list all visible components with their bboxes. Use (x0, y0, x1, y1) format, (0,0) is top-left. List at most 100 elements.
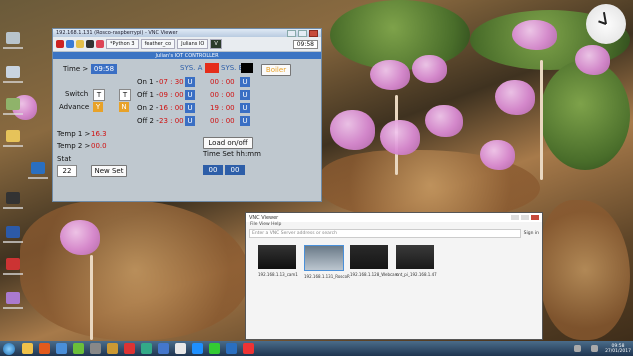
recycle-bin-icon[interactable] (3, 32, 23, 60)
temp1-value: 16.3 (91, 130, 107, 138)
app-icon[interactable] (107, 343, 118, 354)
vnc-viewer-icon[interactable] (28, 162, 48, 190)
windows-taskbar: 09:58 27/01/2017 (0, 341, 633, 356)
row-off1-sys-b-up[interactable]: U (240, 90, 250, 100)
vnc-viewer-taskbar-icon[interactable] (226, 343, 237, 354)
row-off1-sys-a-up[interactable]: U (185, 90, 195, 100)
dropbox-icon[interactable] (192, 343, 203, 354)
advance-a-toggle[interactable]: Y (93, 102, 103, 112)
start-button[interactable] (3, 342, 15, 355)
server-address-input[interactable]: Enter a VNC Server address or search (249, 229, 521, 238)
row-on2-sys-b-up[interactable]: U (240, 103, 250, 113)
row-off2-sys-b-up[interactable]: U (240, 116, 250, 126)
switch-b-toggle[interactable]: T (119, 89, 131, 101)
row-off1-sys-b: 00 : 00 (210, 91, 235, 99)
vnc-controller-window[interactable]: 192.168.1.131 (Rosco-raspberrypi) - VNC … (52, 28, 322, 202)
app-icon[interactable] (141, 343, 152, 354)
terminal-icon[interactable] (86, 40, 94, 48)
switch-a-toggle[interactable]: T (93, 89, 105, 101)
row-on2-sys-a-up[interactable]: U (185, 103, 195, 113)
new-set-button[interactable]: New Set (91, 165, 127, 177)
row-on1-label: On 1 - (137, 78, 159, 86)
row-on1-sys-a: 07 : 30 (159, 78, 184, 86)
word-icon[interactable] (3, 226, 23, 254)
viewer-titlebar[interactable]: VNC Viewer (246, 213, 542, 222)
archive-icon[interactable] (3, 292, 23, 320)
app-icon[interactable] (209, 343, 220, 354)
stat-select[interactable]: 22 (57, 165, 77, 177)
sys-b-indicator (241, 63, 253, 73)
temp1-label: Temp 1 > (57, 130, 91, 138)
temp2-value: 00.0 (91, 142, 107, 150)
shortcut-icon[interactable] (3, 192, 23, 220)
tab-python[interactable]: *Python 3 (106, 39, 139, 49)
viewer-menubar[interactable]: File View Help (246, 222, 542, 229)
vnc-viewer-window[interactable]: VNC Viewer File View Help Enter a VNC Se… (245, 212, 543, 340)
connection-thumb[interactable]: 192.168.1.128_Webcam (350, 245, 399, 285)
maximize-button[interactable] (298, 29, 307, 37)
temp2-label: Temp 2 > (57, 142, 91, 150)
app-icon[interactable] (90, 343, 101, 354)
advance-b-toggle[interactable]: N (119, 102, 129, 112)
explorer-icon[interactable] (22, 343, 33, 354)
connection-label: 192.168.1.128_Webcam (350, 272, 399, 277)
tab-feather[interactable]: feather_co (140, 39, 176, 49)
ie-icon[interactable] (56, 343, 67, 354)
viewer-maximize-button[interactable] (521, 215, 529, 220)
network-tray-icon[interactable] (591, 345, 599, 352)
network-icon[interactable] (3, 98, 23, 126)
connection-thumb[interactable]: 192.168.1.131_RoscoR (304, 245, 350, 285)
timeset-label: Time Set hh:mm (203, 150, 261, 158)
app-icon[interactable] (158, 343, 169, 354)
advance-label: Advance (59, 103, 90, 111)
stat-label: Stat (57, 155, 72, 163)
app-icon[interactable] (96, 40, 104, 48)
timeset-hours[interactable]: 00 (203, 165, 223, 175)
raspberry-menu-icon[interactable] (56, 40, 64, 48)
row-on1-sys-a-up[interactable]: U (185, 77, 195, 87)
time-label: Time > (63, 65, 89, 73)
row-off1-sys-a: 09 : 00 (159, 91, 184, 99)
chrome-icon[interactable] (73, 343, 84, 354)
row-on2-sys-b: 19 : 00 (210, 104, 235, 112)
sys-a-indicator (205, 63, 219, 73)
load-onoff-button[interactable]: Load on/off (203, 137, 253, 149)
viewer-minimize-button[interactable] (511, 215, 519, 220)
computer-icon[interactable] (3, 66, 23, 94)
pdf-icon[interactable] (3, 258, 23, 286)
taskbar-clock[interactable]: 09:58 27/01/2017 (605, 344, 631, 354)
window-titlebar[interactable]: 192.168.1.131 (Rosco-raspberrypi) - VNC … (53, 29, 321, 37)
volume-icon[interactable] (574, 345, 582, 352)
connection-thumb[interactable]: 192.168.1.13_cam1 (258, 245, 298, 285)
firefox-icon[interactable] (39, 343, 50, 354)
app-icon[interactable] (243, 343, 254, 354)
timeset-minutes[interactable]: 00 (225, 165, 245, 175)
viewer-title: VNC Viewer (249, 214, 279, 221)
boiler-button[interactable]: Boiler (261, 64, 291, 76)
row-off1-label: Off 1 - (137, 91, 159, 99)
row-off2-sys-a-up[interactable]: U (185, 116, 195, 126)
folder-icon[interactable] (76, 40, 84, 48)
app-icon[interactable] (175, 343, 186, 354)
connection-thumb[interactable]: cnt_pi_192.168.1.47 (396, 245, 437, 285)
filezilla-icon[interactable] (124, 343, 135, 354)
sign-in-link[interactable]: Sign in (524, 231, 539, 236)
connection-label: cnt_pi_192.168.1.47 (396, 272, 437, 277)
sys-a-label: SYS. A (180, 64, 203, 72)
row-on1-sys-b-up[interactable]: U (240, 77, 250, 87)
pi-taskbar: *Python 3 feather_co Julians IO V 09:58 (53, 37, 321, 52)
clock-gadget (586, 4, 626, 44)
row-on2-label: On 2 - (137, 104, 159, 112)
row-on1-sys-b: 00 : 00 (210, 78, 235, 86)
tab-julians[interactable]: Julians IO (177, 39, 209, 49)
folder-icon[interactable] (3, 130, 23, 158)
close-button[interactable] (309, 29, 318, 37)
viewer-close-button[interactable] (531, 215, 539, 220)
browser-icon[interactable] (66, 40, 74, 48)
vnc-tray-icon[interactable]: V (210, 39, 222, 49)
switch-label: Switch (65, 90, 89, 98)
controller-panel: Time > 09:58 SYS. A SYS. B Boiler On 1 -… (53, 59, 321, 201)
row-on2-sys-a: 16 : 00 (159, 104, 184, 112)
row-off2-sys-b: 00 : 00 (210, 117, 235, 125)
minimize-button[interactable] (287, 29, 296, 37)
